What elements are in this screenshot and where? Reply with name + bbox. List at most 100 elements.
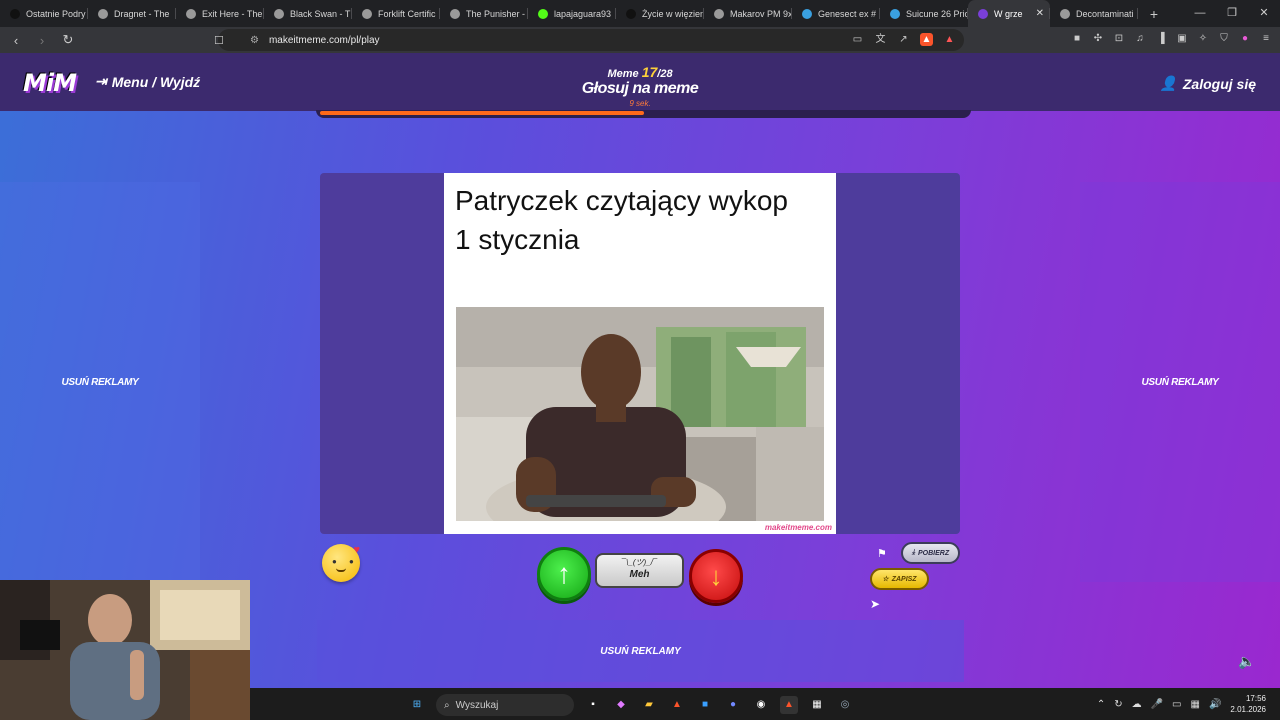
openai-icon xyxy=(98,8,108,19)
sound-icon[interactable]: 🔈 xyxy=(1238,653,1255,670)
browser-tab-strip: Ostatnie Podry Dragnet - The Exit Here - T… xyxy=(0,0,1280,27)
new-tab-button[interactable]: + xyxy=(1142,6,1166,22)
task-view-icon[interactable]: ▪ xyxy=(584,696,602,714)
emoji-eyes: ● ● xyxy=(332,557,359,566)
file-explorer-icon[interactable]: ▰ xyxy=(640,696,658,714)
extension-icon[interactable]: ■ xyxy=(1071,33,1083,45)
browser-tab[interactable]: Makarov PM 9x xyxy=(704,0,792,27)
sidebar-icon[interactable]: ▐ xyxy=(1155,33,1167,45)
volume-icon[interactable]: 🔊 xyxy=(1209,699,1221,710)
steam-icon[interactable]: ◎ xyxy=(836,696,854,714)
close-window-icon[interactable]: ✕ xyxy=(1248,0,1280,27)
report-flag-icon[interactable]: ⚑ xyxy=(877,547,887,560)
reload-icon[interactable]: ↻ xyxy=(58,32,78,48)
meh-button[interactable]: ¯\_(ツ)_/¯ Meh xyxy=(595,553,684,588)
meme-caption: Patryczek czytający wykop 1 stycznia xyxy=(455,181,825,259)
remove-ads-link-left[interactable]: USUŃ REKLAMY xyxy=(62,377,139,388)
openai-icon xyxy=(714,8,724,19)
cast-icon[interactable]: ▭ xyxy=(851,33,864,46)
windows-start-icon[interactable]: ⊞ xyxy=(408,696,426,714)
save-button[interactable]: ☆ ZAPISZ xyxy=(870,568,929,590)
back-icon[interactable]: ‹ xyxy=(6,33,26,48)
copilot-icon[interactable]: ◆ xyxy=(612,696,630,714)
site-info-icon[interactable]: ⚙ xyxy=(250,35,259,46)
brave-taskbar-icon[interactable]: ▲ xyxy=(668,696,686,714)
address-bar[interactable]: ☐ ⚙ makeitmeme.com/pl/play ▭ 文 ↗ ▲ ▲ xyxy=(214,29,964,51)
reaction-emoji-button[interactable]: ♥ ● ● xyxy=(322,544,360,582)
ad-bottom[interactable]: USUŃ REKLAMY xyxy=(317,620,964,682)
mic-icon[interactable]: 🎤 xyxy=(1151,699,1163,710)
battery-icon[interactable]: ▭ xyxy=(1172,699,1181,710)
ad-left[interactable]: USUŃ REKLAMY xyxy=(0,182,200,582)
countdown-seconds: 9 sek. xyxy=(629,99,651,108)
browser-tab[interactable]: Black Swan - Th xyxy=(264,0,352,27)
extension-icons: ■ ✣ ⊡ ♫ ▐ ▣ ✧ ⛉ ● ≡ xyxy=(1071,33,1272,45)
meh-label: Meh xyxy=(629,569,650,580)
wallet-icon[interactable]: ▣ xyxy=(1176,33,1188,45)
browser-tab[interactable]: Ostatnie Podry xyxy=(0,0,88,27)
calculator-icon[interactable]: ▦ xyxy=(808,696,826,714)
menu-icon[interactable]: ≡ xyxy=(1260,33,1272,45)
close-tab-icon[interactable]: ✕ xyxy=(1036,8,1044,19)
download-icon: ⤓ xyxy=(911,549,915,556)
media-icon[interactable]: ♫ xyxy=(1134,33,1146,45)
browser-tab[interactable]: Decontaminati xyxy=(1050,0,1138,27)
meme-counter-total: /28 xyxy=(657,68,673,80)
browser-tab[interactable]: Exit Here - The xyxy=(176,0,264,27)
tray-chevron-icon[interactable]: ⌃ xyxy=(1097,699,1105,710)
browser-tab-title: Makarov PM 9x xyxy=(730,8,792,19)
browser-tab[interactable]: Genesect ex # xyxy=(792,0,880,27)
login-button[interactable]: 👤 Zaloguj się xyxy=(1159,75,1256,92)
obs-icon[interactable]: ◉ xyxy=(752,696,770,714)
screenshot-icon[interactable]: ⊡ xyxy=(1113,33,1125,45)
network-icon[interactable]: ▦ xyxy=(1191,699,1200,710)
meme-caption-line-1: Patryczek czytający wykop xyxy=(455,185,788,216)
leo-icon[interactable]: ✧ xyxy=(1197,33,1209,45)
browser-tab[interactable]: Dragnet - The xyxy=(88,0,176,27)
time-progress-bar xyxy=(316,110,971,118)
brave-active-icon[interactable]: ▲ xyxy=(780,696,798,714)
puzzle-icon[interactable]: ✣ xyxy=(1092,33,1104,45)
profile-icon[interactable]: ● xyxy=(1239,33,1251,45)
browser-tab-title: Genesect ex # xyxy=(818,8,877,19)
forward-icon[interactable]: › xyxy=(32,33,52,48)
browser-tab[interactable]: Życie w więzien xyxy=(616,0,704,27)
restore-icon[interactable]: ❐ xyxy=(1216,0,1248,27)
upvote-button[interactable]: ↑ xyxy=(537,547,591,601)
heart-icon: ♥ xyxy=(353,544,360,556)
meme-caption-line-2: 1 stycznia xyxy=(455,224,580,255)
browser-tab[interactable]: Forklift Certific xyxy=(352,0,440,27)
windows-taskbar: ⊞ ⌕ Wyszukaj ▪ ◆ ▰ ▲ ■ ● ◉ ▲ ▦ ◎ ⌃ ↻ ☁ 🎤… xyxy=(250,688,1280,720)
downvote-button[interactable]: ↓ xyxy=(689,549,743,603)
store-icon[interactable]: ■ xyxy=(696,696,714,714)
browser-tab-title: The Punisher - xyxy=(466,8,526,19)
vpn-icon[interactable]: ⛉ xyxy=(1218,33,1230,45)
meme-watermark: makeitmeme.com xyxy=(764,523,832,532)
discord-icon[interactable]: ● xyxy=(724,696,742,714)
browser-tab[interactable]: lapajaguara93 xyxy=(528,0,616,27)
minimize-icon[interactable]: — xyxy=(1184,0,1216,27)
browser-tab-title: Dragnet - The xyxy=(114,8,170,19)
share-icon[interactable]: ↗ xyxy=(897,33,910,46)
brave-shields-icon[interactable]: ▲ xyxy=(920,33,933,46)
browser-tab[interactable]: Suicune 26 Pric xyxy=(880,0,968,27)
mim-icon xyxy=(978,8,988,19)
bookmark-icon[interactable]: ☐ xyxy=(214,34,224,47)
taskbar-search[interactable]: ⌕ Wyszukaj xyxy=(436,694,574,716)
download-button[interactable]: ⤓ POBIERZ xyxy=(901,542,960,564)
taskbar-clock[interactable]: 17:56 2.01.2026 xyxy=(1230,693,1266,715)
meme-frame: Patryczek czytający wykop 1 stycznia mak… xyxy=(320,173,960,534)
browser-tab[interactable]: The Punisher - xyxy=(440,0,528,27)
time-progress-fill xyxy=(320,111,644,115)
meme-card: Patryczek czytający wykop 1 stycznia mak… xyxy=(444,173,836,534)
browser-tab[interactable]: W grze ✕ xyxy=(968,0,1050,27)
ad-right[interactable]: USUŃ REKLAMY xyxy=(1080,182,1280,582)
browser-tab-title: Suicune 26 Pric xyxy=(906,8,968,19)
translate-icon[interactable]: 文 xyxy=(874,33,887,46)
browser-toolbar: ‹ › ↻ ☐ ⚙ makeitmeme.com/pl/play ▭ 文 ↗ ▲… xyxy=(0,27,1280,53)
brave-rewards-icon[interactable]: ▲ xyxy=(943,33,956,46)
remove-ads-link-bottom[interactable]: USUŃ REKLAMY xyxy=(600,646,681,657)
sync-icon[interactable]: ↻ xyxy=(1114,699,1122,710)
remove-ads-link-right[interactable]: USUŃ REKLAMY xyxy=(1142,377,1219,388)
cloud-icon[interactable]: ☁ xyxy=(1132,699,1142,710)
